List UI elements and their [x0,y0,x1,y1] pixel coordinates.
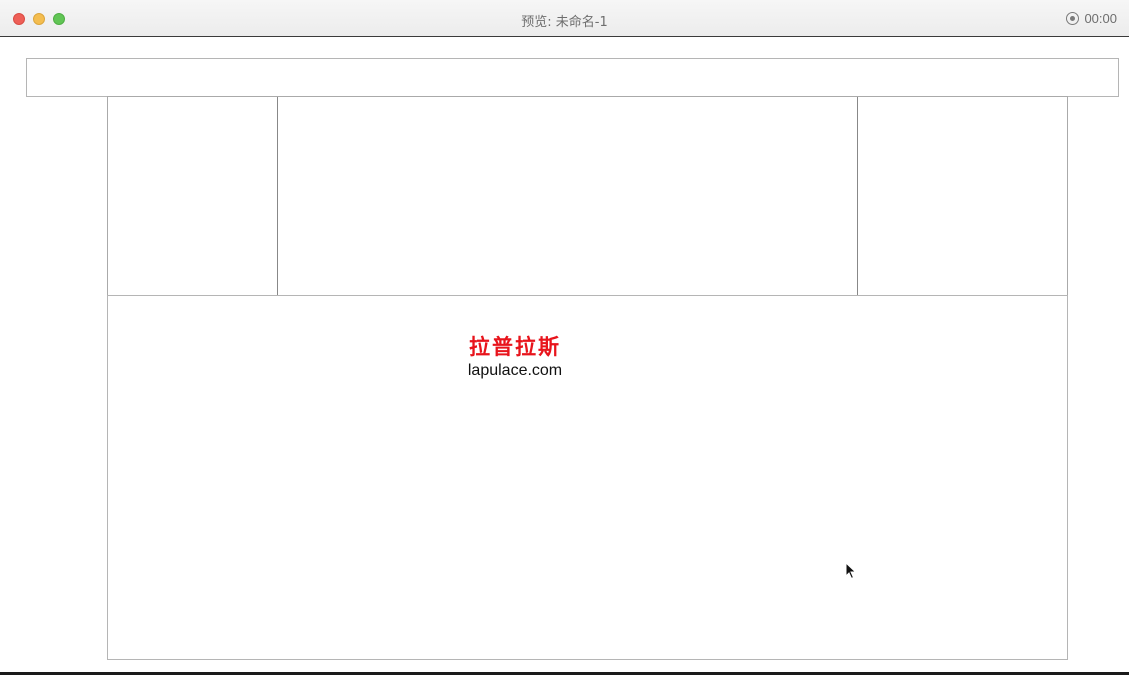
watermark-chinese-text: 拉普拉斯 [469,334,561,359]
record-time: 00:00 [1084,11,1117,26]
watermark: 拉普拉斯 lapulace.com [460,333,570,381]
recording-indicator[interactable]: 00:00 [1066,10,1117,27]
watermark-url-text: lapulace.com [467,362,563,379]
mouse-cursor-icon [845,562,857,580]
title-bar: 预览: 未命名-1 00:00 [0,0,1129,37]
right-column-box [858,97,1067,296]
header-box [26,58,1119,97]
left-column-box [108,97,278,296]
record-icon [1066,12,1080,25]
preview-window: 预览: 未命名-1 00:00 拉普拉斯 lapulace.com [0,0,1129,675]
top-row [107,96,1068,296]
main-content-box: 拉普拉斯 lapulace.com [107,295,1068,660]
middle-column-box [278,97,858,296]
window-title: 预览: 未命名-1 [521,15,608,30]
